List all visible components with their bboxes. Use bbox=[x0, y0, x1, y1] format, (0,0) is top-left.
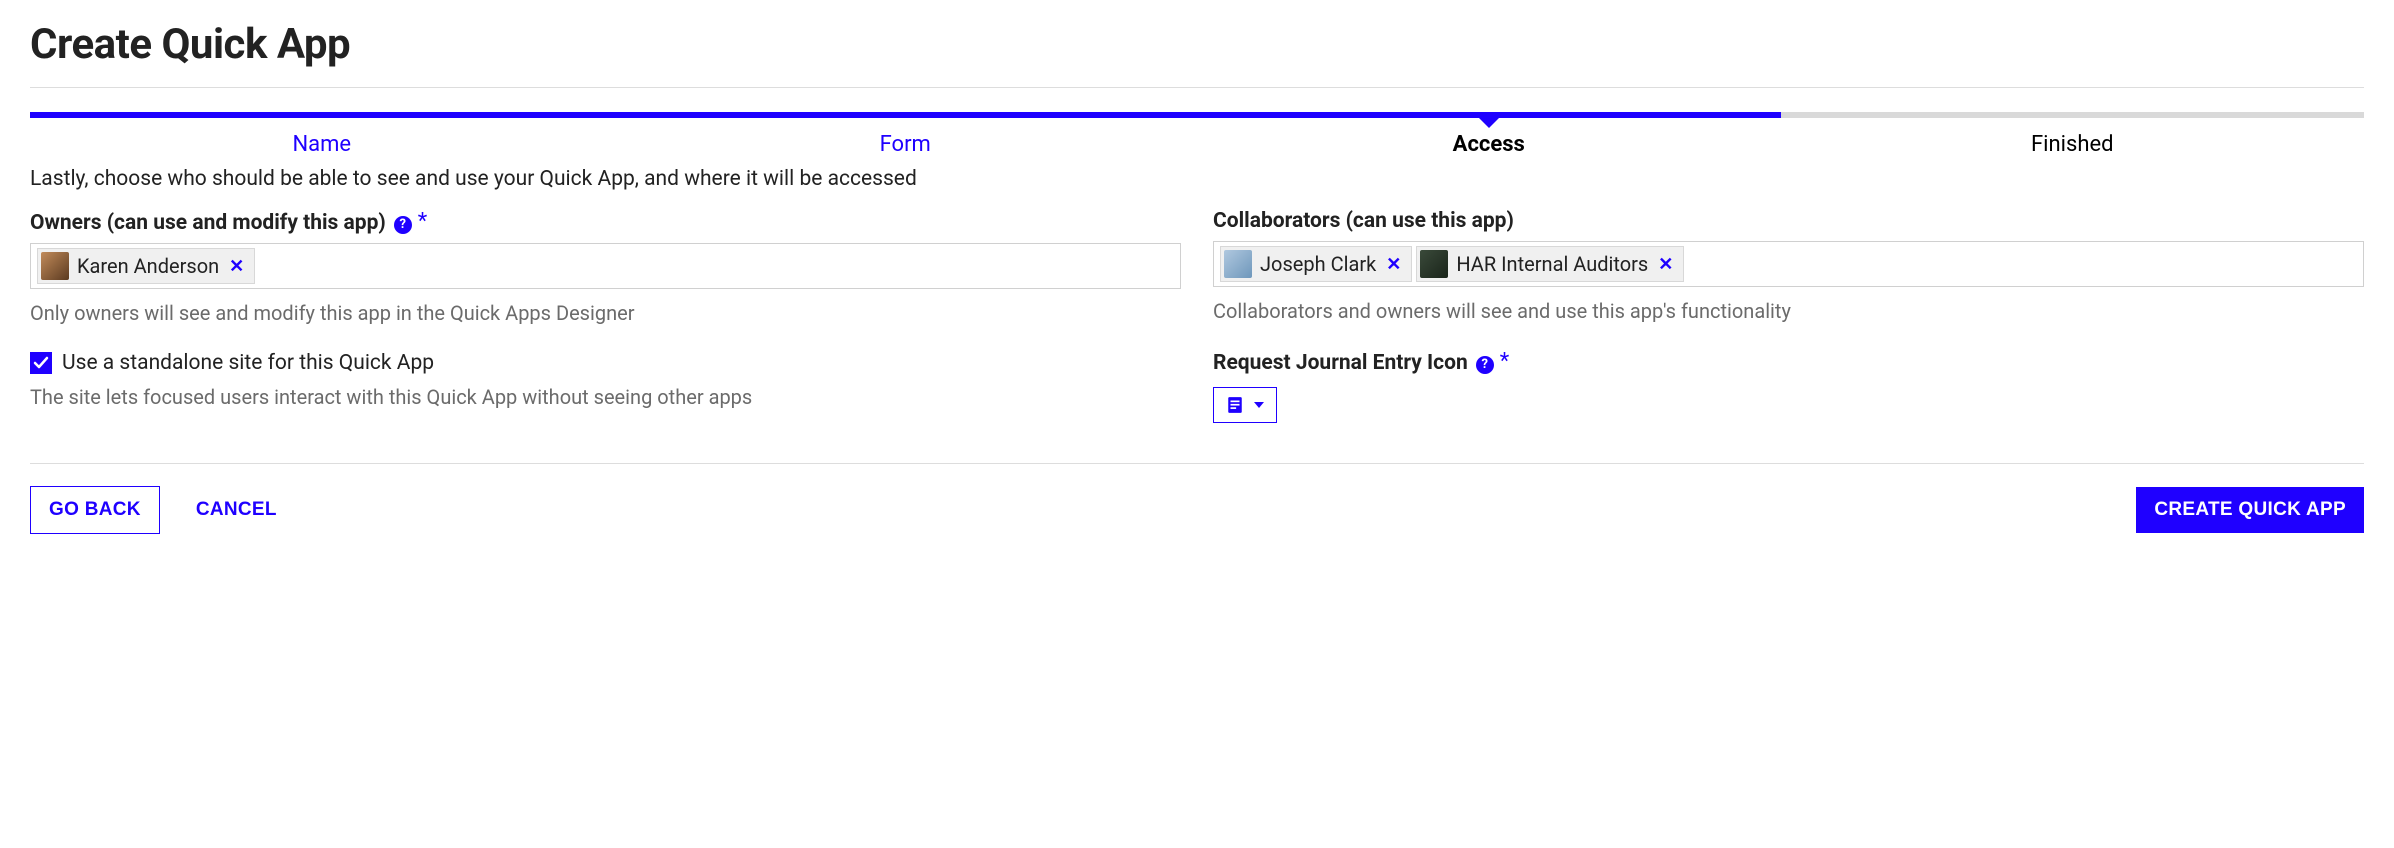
remove-tag-icon[interactable]: ✕ bbox=[1384, 254, 1403, 275]
wizard-labels: Name Form Access Finished bbox=[30, 132, 2364, 157]
help-icon[interactable]: ? bbox=[394, 216, 412, 234]
collaborator-tag: Joseph Clark ✕ bbox=[1220, 246, 1412, 282]
icon-field-label: Request Journal Entry Icon bbox=[1213, 351, 1468, 375]
help-icon[interactable]: ? bbox=[1476, 356, 1494, 374]
owner-tag-label: Karen Anderson bbox=[77, 254, 219, 278]
form-columns: Owners (can use and modify this app) ? *… bbox=[30, 209, 2364, 423]
chevron-down-icon bbox=[1254, 402, 1264, 408]
cancel-button[interactable]: CANCEL bbox=[178, 487, 295, 533]
wizard-track bbox=[30, 112, 2364, 118]
collaborator-tag-label: HAR Internal Auditors bbox=[1456, 252, 1648, 276]
step-instruction: Lastly, choose who should be able to see… bbox=[30, 167, 2364, 191]
owners-label: Owners (can use and modify this app) bbox=[30, 211, 386, 235]
remove-tag-icon[interactable]: ✕ bbox=[227, 256, 246, 277]
wizard-seg-name bbox=[30, 112, 614, 118]
wizard-step-finished: Finished bbox=[1781, 132, 2365, 157]
icon-picker[interactable] bbox=[1213, 387, 1277, 423]
right-column: Collaborators (can use this app) Joseph … bbox=[1213, 209, 2364, 423]
go-back-button[interactable]: GO BACK bbox=[30, 486, 160, 534]
avatar bbox=[1420, 250, 1448, 278]
create-quick-app-page: Create Quick App Name Form Access Finish… bbox=[0, 0, 2394, 564]
wizard-stepper: Name Form Access Finished bbox=[30, 112, 2364, 157]
collaborator-tag: HAR Internal Auditors ✕ bbox=[1416, 246, 1684, 282]
wizard-step-access: Access bbox=[1197, 132, 1781, 157]
divider bbox=[30, 87, 2364, 88]
required-indicator: * bbox=[1500, 349, 1509, 374]
standalone-help-text: The site lets focused users interact wit… bbox=[30, 385, 1181, 409]
wizard-seg-form bbox=[614, 112, 1198, 118]
collaborators-field: Collaborators (can use this app) Joseph … bbox=[1213, 209, 2364, 323]
owners-field: Owners (can use and modify this app) ? *… bbox=[30, 209, 1181, 325]
icon-field: Request Journal Entry Icon ? * bbox=[1213, 349, 2364, 423]
collaborators-label: Collaborators (can use this app) bbox=[1213, 209, 1514, 233]
wizard-active-pointer-icon bbox=[1479, 118, 1499, 128]
standalone-site-row: Use a standalone site for this Quick App bbox=[30, 351, 1181, 375]
wizard-step-name[interactable]: Name bbox=[30, 132, 614, 157]
owners-help-text: Only owners will see and modify this app… bbox=[30, 301, 1181, 325]
owner-tag: Karen Anderson ✕ bbox=[37, 248, 255, 284]
collaborator-tag-label: Joseph Clark bbox=[1260, 252, 1376, 276]
footer-actions: GO BACK CANCEL CREATE QUICK APP bbox=[30, 463, 2364, 534]
document-icon bbox=[1226, 396, 1244, 414]
checkmark-icon bbox=[33, 355, 49, 371]
standalone-checkbox-label: Use a standalone site for this Quick App bbox=[62, 351, 434, 375]
avatar bbox=[41, 252, 69, 280]
collaborators-input[interactable]: Joseph Clark ✕ HAR Internal Auditors ✕ bbox=[1213, 241, 2364, 287]
create-quick-app-button[interactable]: CREATE QUICK APP bbox=[2136, 487, 2364, 533]
page-title: Create Quick App bbox=[30, 20, 2364, 69]
wizard-seg-finished bbox=[1781, 112, 2365, 118]
wizard-step-form[interactable]: Form bbox=[614, 132, 1198, 157]
left-column: Owners (can use and modify this app) ? *… bbox=[30, 209, 1181, 423]
avatar bbox=[1224, 250, 1252, 278]
collaborators-help-text: Collaborators and owners will see and us… bbox=[1213, 299, 2364, 323]
standalone-checkbox[interactable] bbox=[30, 352, 52, 374]
owners-input[interactable]: Karen Anderson ✕ bbox=[30, 243, 1181, 289]
required-indicator: * bbox=[418, 209, 427, 234]
remove-tag-icon[interactable]: ✕ bbox=[1656, 254, 1675, 275]
